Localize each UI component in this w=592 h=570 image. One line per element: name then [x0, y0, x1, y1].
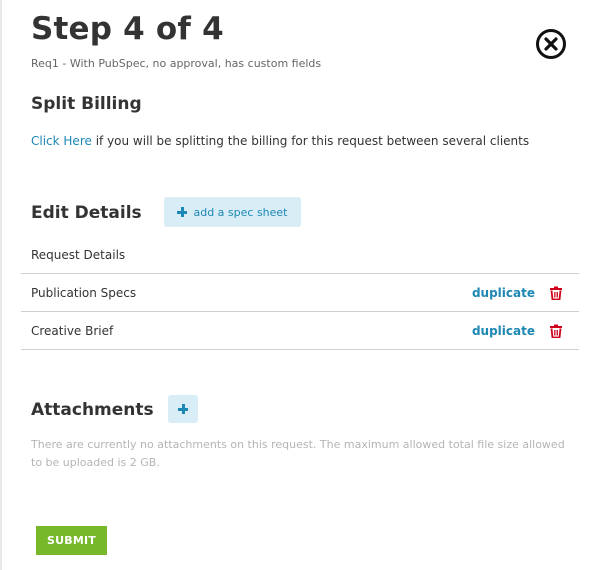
- list-item: Publication Specs duplicate: [21, 274, 579, 312]
- add-spec-sheet-button[interactable]: add a spec sheet: [164, 197, 301, 227]
- duplicate-link[interactable]: duplicate: [472, 324, 535, 338]
- plus-icon: [178, 404, 188, 414]
- submit-button[interactable]: SUBMIT: [36, 526, 107, 555]
- split-billing-description: if you will be splitting the billing for…: [91, 134, 530, 148]
- list-item: Request Details: [21, 236, 579, 274]
- details-list: Request Details Publication Specs duplic…: [21, 236, 579, 350]
- list-item-label: Creative Brief: [31, 323, 114, 338]
- edit-details-title: Edit Details: [31, 203, 142, 223]
- page-subtitle: Req1 - With PubSpec, no approval, has cu…: [31, 57, 322, 70]
- close-icon: [544, 37, 558, 51]
- add-attachment-button[interactable]: [168, 395, 198, 423]
- close-button[interactable]: [536, 29, 566, 59]
- list-item: Creative Brief duplicate: [21, 312, 579, 350]
- list-item-label: Request Details: [31, 247, 126, 262]
- list-item-label: Publication Specs: [31, 285, 137, 300]
- modal-left-edge: [0, 0, 2, 570]
- plus-icon: [177, 207, 188, 217]
- add-spec-sheet-label: add a spec sheet: [193, 205, 288, 219]
- trash-icon[interactable]: [549, 324, 563, 338]
- duplicate-link[interactable]: duplicate: [472, 286, 535, 300]
- attachments-title: Attachments: [31, 400, 154, 420]
- trash-icon[interactable]: [549, 286, 563, 300]
- attachments-note: There are currently no attachments on th…: [31, 438, 565, 469]
- page-title: Step 4 of 4: [31, 11, 224, 47]
- split-billing-text: Click Here if you will be splitting the …: [31, 134, 529, 148]
- split-billing-title: Split Billing: [31, 94, 142, 114]
- split-billing-link[interactable]: Click Here: [31, 134, 92, 148]
